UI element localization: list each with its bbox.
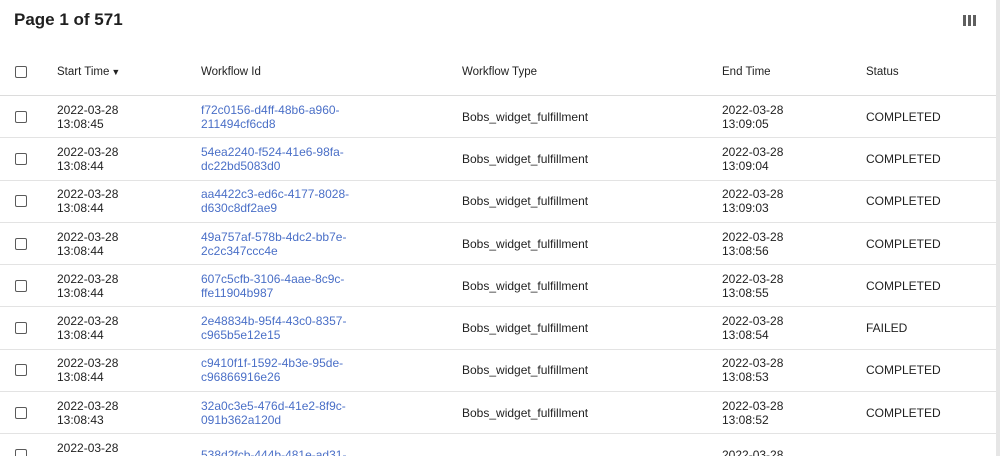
select-all-checkbox[interactable]: [15, 65, 27, 78]
workflow-id-link[interactable]: 2e48834b-95f4-43c0-8357- c965b5e12e15: [201, 314, 346, 342]
workflow-id-link[interactable]: 32a0c3e5-476d-41e2-8f9c- 091b362a120d: [201, 399, 346, 427]
row-checkbox[interactable]: [15, 364, 27, 377]
row-workflow-type: Bobs_widget_fulfillment: [462, 321, 589, 336]
row-start-time: 2022-03-28 13:08:44: [57, 356, 119, 385]
workflow-table: Start Time ▼ Workflow Id Workflow Type E…: [0, 48, 996, 456]
row-end-time: 2022-03-28 13:09:04: [722, 144, 784, 173]
row-status: COMPLETED: [866, 236, 941, 251]
table-body: 2022-03-28 13:08:45 f72c0156-d4ff-48b6-a…: [0, 96, 996, 456]
row-select-cell: [15, 350, 27, 391]
row-status: COMPLETED: [866, 363, 941, 378]
row-status: COMPLETED: [866, 405, 941, 420]
row-workflow-type: [462, 434, 702, 456]
row-workflow-id-cell: c9410f1f-1592-4b3e-95de- c96866916e26: [201, 350, 441, 391]
row-workflow-id-cell: aa4422c3-ed6c-4177-8028- d630c8df2ae9: [201, 181, 441, 222]
workflow-id-link[interactable]: 49a757af-578b-4dc2-bb7e- 2c2c347ccc4e: [201, 230, 346, 258]
workflow-list-page: Page 1 of 571 Start Time ▼ Workflow Id W…: [0, 0, 1000, 456]
row-workflow-type: Bobs_widget_fulfillment: [462, 363, 589, 378]
row-select-cell: [15, 96, 27, 137]
header-workflow-type[interactable]: Workflow Type: [462, 48, 702, 95]
workflow-id-link[interactable]: 607c5cfb-3106-4aae-8c9c- ffe11904b987: [201, 272, 344, 300]
workflow-id-link[interactable]: f72c0156-d4ff-48b6-a960- 211494cf6cd8: [201, 103, 340, 131]
row-checkbox[interactable]: [15, 322, 27, 335]
row-status: COMPLETED: [866, 194, 941, 209]
select-all-cell: [15, 48, 27, 95]
row-workflow-type: Bobs_widget_fulfillment: [462, 109, 589, 124]
header-start-time: Start Time ▼: [57, 48, 187, 95]
row-select-cell: [15, 434, 27, 456]
row-end-time: 2022-03-28 13:08:55: [722, 271, 784, 300]
table-header-row: Start Time ▼ Workflow Id Workflow Type E…: [0, 48, 996, 96]
table-row[interactable]: 2022-03-28 13:08:44 2e48834b-95f4-43c0-8…: [0, 307, 996, 350]
row-checkbox[interactable]: [15, 406, 27, 419]
row-select-cell: [15, 307, 27, 348]
row-start-time: 2022-03-28 13:08:43: [57, 441, 119, 456]
row-start-time: 2022-03-28 13:08:44: [57, 229, 119, 258]
row-select-cell: [15, 265, 27, 306]
row-workflow-id-cell: 54ea2240-f524-41e6-98fa- dc22bd5083d0: [201, 138, 441, 179]
columns-button[interactable]: [959, 12, 979, 28]
row-end-time: 2022-03-28 13:08:56: [722, 229, 784, 258]
workflow-id-link[interactable]: aa4422c3-ed6c-4177-8028- d630c8df2ae9: [201, 187, 349, 215]
table-row[interactable]: 2022-03-28 13:08:43 32a0c3e5-476d-41e2-8…: [0, 392, 996, 435]
workflow-id-link[interactable]: c9410f1f-1592-4b3e-95de- c96866916e26: [201, 356, 343, 384]
row-start-time: 2022-03-28 13:08:45: [57, 102, 119, 131]
row-start-time: 2022-03-28 13:08:44: [57, 271, 119, 300]
header-end-time[interactable]: End Time: [722, 48, 852, 95]
workflow-id-link[interactable]: 538d2fcb-444b-481e-ad31-: [201, 448, 346, 456]
page-title: Page 1 of 571: [14, 10, 123, 29]
row-workflow-id-cell: 607c5cfb-3106-4aae-8c9c- ffe11904b987: [201, 265, 441, 306]
row-start-time: 2022-03-28 13:08:44: [57, 187, 119, 216]
row-select-cell: [15, 138, 27, 179]
row-end-time: 2022-03-28 13:08:53: [722, 356, 784, 385]
row-end-time: 2022-03-28 13:09:03: [722, 187, 784, 216]
sort-desc-icon: ▼: [111, 66, 121, 77]
table-row[interactable]: 2022-03-28 13:08:44 607c5cfb-3106-4aae-8…: [0, 265, 996, 308]
row-workflow-id-cell: 538d2fcb-444b-481e-ad31-: [201, 434, 441, 456]
row-select-cell: [15, 392, 27, 433]
row-checkbox[interactable]: [15, 195, 27, 208]
row-status: FAILED: [866, 321, 908, 336]
row-select-cell: [15, 223, 27, 264]
table-row[interactable]: 2022-03-28 13:08:43 538d2fcb-444b-481e-a…: [0, 434, 996, 456]
table-row[interactable]: 2022-03-28 13:08:45 f72c0156-d4ff-48b6-a…: [0, 96, 996, 139]
table-row[interactable]: 2022-03-28 13:08:44 c9410f1f-1592-4b3e-9…: [0, 350, 996, 393]
row-workflow-id-cell: 2e48834b-95f4-43c0-8357- c965b5e12e15: [201, 307, 441, 348]
row-start-time: 2022-03-28 13:08:44: [57, 144, 119, 173]
row-checkbox[interactable]: [15, 279, 27, 292]
row-end-time: 2022-03-28 13:09:05: [722, 102, 784, 131]
columns-icon: [962, 14, 976, 26]
row-end-time: 2022-03-28 13:08:52: [722, 398, 784, 427]
row-workflow-type: Bobs_widget_fulfillment: [462, 236, 589, 251]
row-end-time: 2022-03-28 13:08:54: [722, 314, 784, 343]
header-start-time-label: Start Time: [57, 65, 110, 78]
row-workflow-id-cell: 49a757af-578b-4dc2-bb7e- 2c2c347ccc4e: [201, 223, 441, 264]
row-status: [866, 434, 986, 456]
row-workflow-type: Bobs_widget_fulfillment: [462, 151, 589, 166]
row-end-time: 2022-03-28: [722, 448, 784, 456]
row-workflow-id-cell: 32a0c3e5-476d-41e2-8f9c- 091b362a120d: [201, 392, 441, 433]
row-start-time: 2022-03-28 13:08:44: [57, 314, 119, 343]
header-status[interactable]: Status: [866, 48, 986, 95]
row-start-time: 2022-03-28 13:08:43: [57, 398, 119, 427]
row-workflow-type: Bobs_widget_fulfillment: [462, 405, 589, 420]
row-status: COMPLETED: [866, 109, 941, 124]
row-checkbox[interactable]: [15, 152, 27, 165]
row-status: COMPLETED: [866, 278, 941, 293]
row-checkbox[interactable]: [15, 449, 27, 456]
row-workflow-id-cell: f72c0156-d4ff-48b6-a960- 211494cf6cd8: [201, 96, 441, 137]
row-status: COMPLETED: [866, 151, 941, 166]
row-checkbox[interactable]: [15, 110, 27, 123]
table-row[interactable]: 2022-03-28 13:08:44 49a757af-578b-4dc2-b…: [0, 223, 996, 266]
row-checkbox[interactable]: [15, 237, 27, 250]
sort-start-time-button[interactable]: Start Time ▼: [57, 65, 120, 79]
workflow-id-link[interactable]: 54ea2240-f524-41e6-98fa- dc22bd5083d0: [201, 145, 344, 173]
scrollbar-track[interactable]: [996, 0, 1000, 456]
row-workflow-type: Bobs_widget_fulfillment: [462, 278, 589, 293]
table-row[interactable]: 2022-03-28 13:08:44 54ea2240-f524-41e6-9…: [0, 138, 996, 181]
row-select-cell: [15, 181, 27, 222]
row-workflow-type: Bobs_widget_fulfillment: [462, 194, 589, 209]
table-row[interactable]: 2022-03-28 13:08:44 aa4422c3-ed6c-4177-8…: [0, 181, 996, 223]
header-workflow-id[interactable]: Workflow Id: [201, 48, 441, 95]
